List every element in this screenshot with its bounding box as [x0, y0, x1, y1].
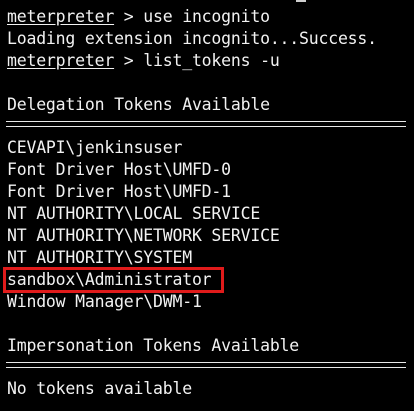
command-line-use-incognito: meterpreter > use incognito — [7, 6, 270, 28]
impersonation-separator — [6, 362, 406, 368]
impersonation-tokens-heading: Impersonation Tokens Available — [7, 336, 300, 355]
token-line: Font Driver Host\UMFD-1 — [7, 182, 231, 201]
no-tokens-message: No tokens available — [7, 379, 192, 398]
token-line: CEVAPI\jenkinsuser — [7, 138, 183, 157]
token-line: NT AUTHORITY\SYSTEM — [7, 248, 192, 267]
prompt-separator: > — [114, 7, 144, 26]
meterpreter-prompt: meterpreter — [7, 7, 115, 26]
delegation-tokens-heading: Delegation Tokens Available — [7, 95, 270, 114]
command-text: list_tokens -u — [143, 51, 280, 70]
terminal-window[interactable]: meterpreter > use incognito Loading exte… — [0, 0, 414, 411]
token-line: NT AUTHORITY\NETWORK SERVICE — [7, 226, 280, 245]
scrolled-text-fragment — [296, 0, 306, 2]
loading-extension-output: Loading extension incognito...Success. — [7, 29, 377, 48]
command-line-list-tokens: meterpreter > list_tokens -u — [7, 50, 280, 72]
token-line: NT AUTHORITY\LOCAL SERVICE — [7, 204, 261, 223]
token-line: Font Driver Host\UMFD-0 — [7, 160, 231, 179]
meterpreter-prompt: meterpreter — [7, 51, 115, 70]
command-text: use incognito — [143, 7, 270, 26]
prompt-separator: > — [114, 51, 144, 70]
delegation-separator — [6, 121, 406, 127]
token-line: Window Manager\DWM-1 — [7, 292, 202, 311]
highlight-annotation-box — [3, 267, 224, 293]
